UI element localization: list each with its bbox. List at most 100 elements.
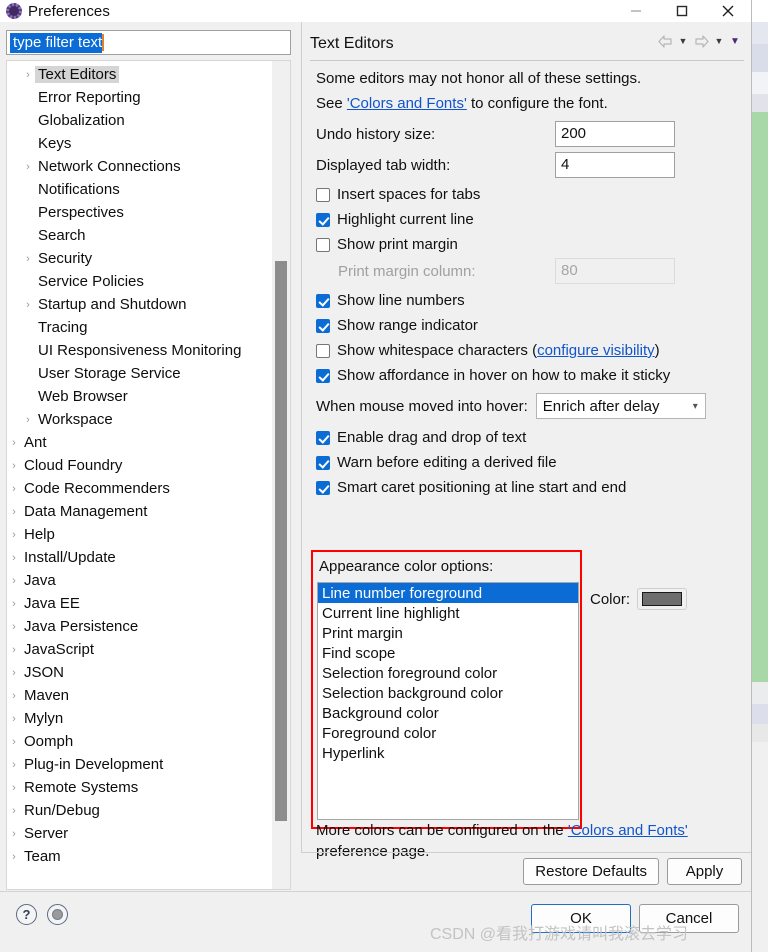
chevron-right-icon[interactable]: › — [7, 506, 21, 518]
show-range-indicator-checkbox[interactable] — [316, 318, 330, 333]
sidebar-item-ant[interactable]: › Ant — [7, 431, 272, 454]
insert-spaces-for-tabs-checkbox[interactable] — [316, 187, 330, 202]
sidebar-item-java[interactable]: › Java — [7, 569, 272, 592]
warn-before-editing-derived-row[interactable]: Warn before editing a derived file — [316, 450, 746, 475]
ok-button[interactable]: OK — [531, 904, 631, 933]
chevron-right-icon[interactable]: › — [21, 299, 35, 311]
sidebar-item-run-debug[interactable]: › Run/Debug — [7, 799, 272, 822]
chevron-right-icon[interactable]: › — [7, 805, 21, 817]
sidebar-item-oomph[interactable]: › Oomph — [7, 730, 272, 753]
preferences-tree[interactable]: ›Text Editors›Error Reporting›Globalizat… — [6, 60, 272, 890]
appearance-color-options-list[interactable]: Line number foreground Current line highl… — [317, 582, 579, 820]
sidebar-item-plug-in-development[interactable]: › Plug-in Development — [7, 753, 272, 776]
show-print-margin-checkbox[interactable] — [316, 237, 330, 252]
sidebar-item-json[interactable]: › JSON — [7, 661, 272, 684]
sidebar-item-tracing[interactable]: ›Tracing — [7, 316, 272, 339]
forward-dropdown-icon[interactable]: ▼ — [712, 31, 726, 51]
enable-drag-and-drop-checkbox[interactable] — [316, 430, 330, 445]
sidebar-item-web-browser[interactable]: ›Web Browser — [7, 385, 272, 408]
sidebar-item-remote-systems[interactable]: › Remote Systems — [7, 776, 272, 799]
sidebar-item-java-ee[interactable]: › Java EE — [7, 592, 272, 615]
tree-vertical-scrollbar[interactable] — [272, 60, 291, 890]
chevron-right-icon[interactable]: › — [7, 851, 21, 863]
color-option-item[interactable]: Selection background color — [318, 683, 578, 703]
chevron-right-icon[interactable]: › — [21, 414, 35, 426]
hover-behavior-select[interactable]: Enrich after delay ▾ — [535, 393, 706, 419]
chevron-right-icon[interactable]: › — [21, 161, 35, 173]
chevron-right-icon[interactable]: › — [7, 598, 21, 610]
close-icon[interactable] — [705, 0, 751, 22]
sidebar-item-keys[interactable]: ›Keys — [7, 132, 272, 155]
sidebar-item-team[interactable]: › Team — [7, 845, 272, 868]
color-option-item[interactable]: Foreground color — [318, 723, 578, 743]
configure-visibility-link[interactable]: configure visibility — [537, 342, 655, 359]
sidebar-item-cloud-foundry[interactable]: › Cloud Foundry — [7, 454, 272, 477]
scrollbar-thumb[interactable] — [275, 261, 287, 821]
color-option-item[interactable]: Selection foreground color — [318, 663, 578, 683]
chevron-right-icon[interactable]: › — [7, 529, 21, 541]
cancel-button[interactable]: Cancel — [639, 904, 739, 933]
chevron-right-icon[interactable]: › — [7, 575, 21, 587]
chevron-right-icon[interactable]: › — [7, 736, 21, 748]
sidebar-item-network-connections[interactable]: › Network Connections — [7, 155, 272, 178]
chevron-right-icon[interactable]: › — [7, 644, 21, 656]
sidebar-item-data-management[interactable]: › Data Management — [7, 500, 272, 523]
sidebar-item-user-storage-service[interactable]: ›User Storage Service — [7, 362, 272, 385]
sidebar-item-javascript[interactable]: › JavaScript — [7, 638, 272, 661]
warn-before-editing-derived-checkbox[interactable] — [316, 455, 330, 470]
back-dropdown-icon[interactable]: ▼ — [676, 31, 690, 51]
help-icon[interactable]: ? — [16, 904, 37, 925]
color-option-item[interactable]: Background color — [318, 703, 578, 723]
show-range-indicator-row[interactable]: Show range indicator — [316, 313, 746, 338]
chevron-right-icon[interactable]: › — [21, 253, 35, 265]
maximize-icon[interactable] — [659, 0, 705, 22]
minimize-icon[interactable] — [613, 0, 659, 22]
colors-and-fonts-link[interactable]: 'Colors and Fonts' — [347, 95, 467, 112]
color-option-item[interactable]: Current line highlight — [318, 603, 578, 623]
sidebar-item-error-reporting[interactable]: ›Error Reporting — [7, 86, 272, 109]
show-print-margin-row[interactable]: Show print margin — [316, 232, 746, 257]
sidebar-item-help[interactable]: › Help — [7, 523, 272, 546]
chevron-right-icon[interactable]: › — [7, 690, 21, 702]
insert-spaces-for-tabs-row[interactable]: Insert spaces for tabs — [316, 182, 746, 207]
smart-caret-positioning-checkbox[interactable] — [316, 480, 330, 495]
sidebar-item-notifications[interactable]: ›Notifications — [7, 178, 272, 201]
sidebar-item-code-recommenders[interactable]: › Code Recommenders — [7, 477, 272, 500]
sidebar-item-mylyn[interactable]: › Mylyn — [7, 707, 272, 730]
enable-drag-and-drop-row[interactable]: Enable drag and drop of text — [316, 425, 746, 450]
page-menu-dropdown-icon[interactable]: ▼ — [728, 31, 742, 51]
chevron-right-icon[interactable]: › — [7, 552, 21, 564]
color-option-item[interactable]: Print margin — [318, 623, 578, 643]
sidebar-item-java-persistence[interactable]: › Java Persistence — [7, 615, 272, 638]
chevron-right-icon[interactable]: › — [7, 782, 21, 794]
sidebar-item-globalization[interactable]: ›Globalization — [7, 109, 272, 132]
search-input[interactable]: type filter text — [6, 30, 291, 55]
restore-defaults-button[interactable]: Restore Defaults — [523, 858, 659, 885]
sidebar-item-perspectives[interactable]: ›Perspectives — [7, 201, 272, 224]
sidebar-item-text-editors[interactable]: › Text Editors — [7, 63, 272, 86]
show-line-numbers-row[interactable]: Show line numbers — [316, 288, 746, 313]
forward-arrow-icon[interactable] — [692, 31, 710, 51]
chevron-right-icon[interactable]: › — [21, 69, 35, 81]
chevron-right-icon[interactable]: › — [7, 483, 21, 495]
apply-button[interactable]: Apply — [667, 858, 742, 885]
chevron-right-icon[interactable]: › — [7, 460, 21, 472]
chevron-right-icon[interactable]: › — [7, 713, 21, 725]
highlight-current-line-checkbox[interactable] — [316, 212, 330, 227]
show-whitespace-characters-checkbox[interactable] — [316, 343, 330, 358]
sidebar-item-ui-responsiveness-monitoring[interactable]: ›UI Responsiveness Monitoring — [7, 339, 272, 362]
sidebar-item-install-update[interactable]: › Install/Update — [7, 546, 272, 569]
sidebar-item-server[interactable]: › Server — [7, 822, 272, 845]
color-option-item[interactable]: Find scope — [318, 643, 578, 663]
color-option-item[interactable]: Line number foreground — [318, 583, 578, 603]
show-line-numbers-checkbox[interactable] — [316, 293, 330, 308]
sidebar-item-service-policies[interactable]: ›Service Policies — [7, 270, 272, 293]
colors-and-fonts-link-2[interactable]: 'Colors and Fonts' — [568, 822, 688, 839]
chevron-right-icon[interactable]: › — [7, 828, 21, 840]
show-whitespace-characters-row[interactable]: Show whitespace characters (configure vi… — [316, 338, 746, 363]
sidebar-item-security[interactable]: › Security — [7, 247, 272, 270]
displayed-tab-width-input[interactable]: 4 — [555, 152, 675, 178]
sidebar-item-workspace[interactable]: › Workspace — [7, 408, 272, 431]
sidebar-item-startup-and-shutdown[interactable]: › Startup and Shutdown — [7, 293, 272, 316]
chevron-right-icon[interactable]: › — [7, 621, 21, 633]
